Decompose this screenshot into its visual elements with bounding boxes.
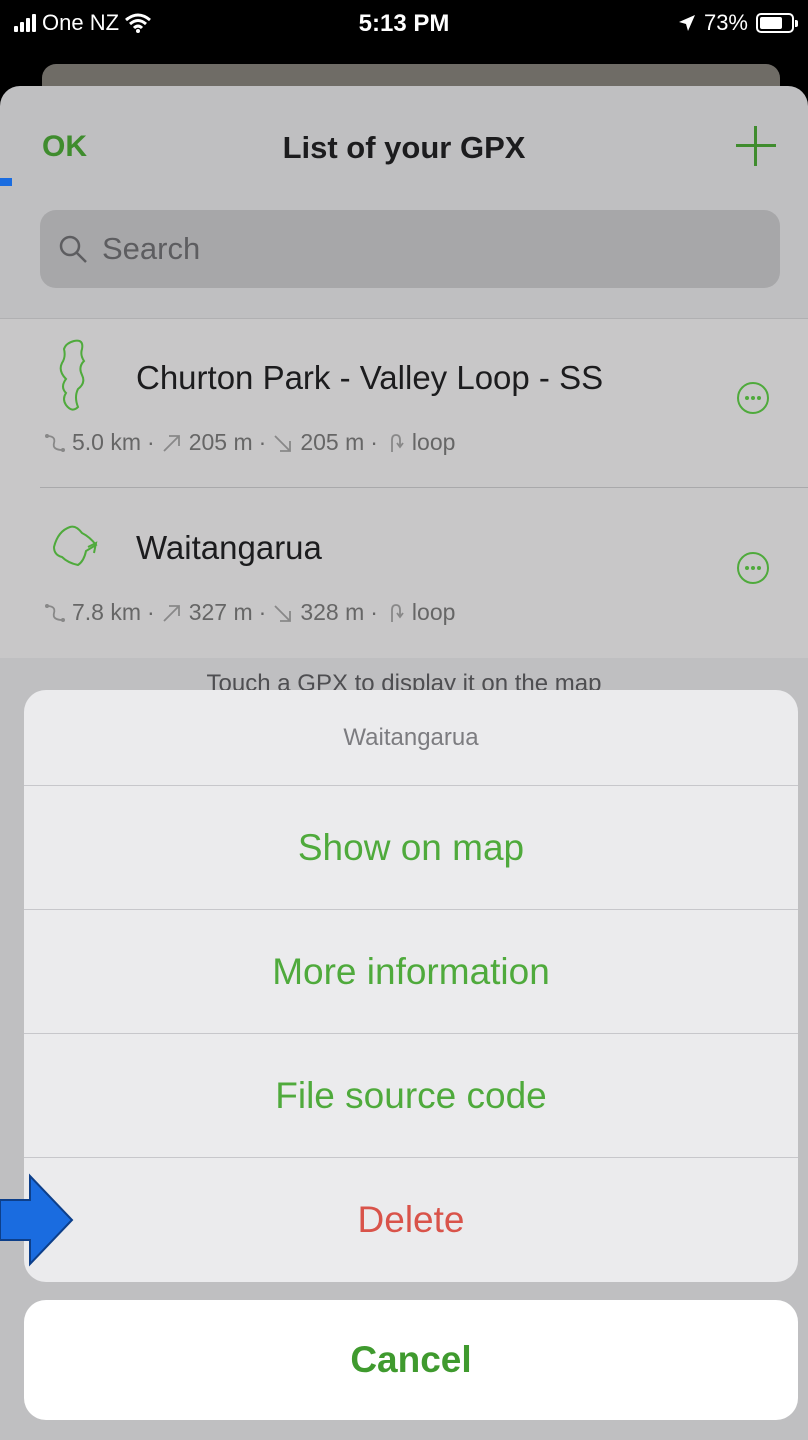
search-icon bbox=[59, 235, 87, 263]
search-placeholder: Search bbox=[102, 231, 201, 266]
separator: · bbox=[370, 429, 378, 455]
distance-icon bbox=[45, 603, 65, 622]
track-type: loop bbox=[411, 429, 456, 455]
track-shape-icon bbox=[52, 525, 98, 567]
battery-percent: 73% bbox=[703, 10, 748, 35]
file-source-code-button[interactable]: File source code bbox=[24, 1034, 798, 1158]
gpx-list: Churton Park - Valley Loop - SS 5.0 km ·… bbox=[0, 318, 808, 658]
annotation-mark bbox=[0, 178, 12, 186]
track-name: Waitangarua bbox=[136, 529, 322, 566]
track-descent: 205 m bbox=[300, 429, 365, 455]
show-on-map-button[interactable]: Show on map bbox=[24, 786, 798, 910]
separator: · bbox=[258, 429, 267, 455]
row-divider bbox=[40, 487, 808, 488]
distance-icon bbox=[45, 433, 65, 452]
descent-icon bbox=[274, 434, 292, 452]
track-stats: 7.8 km · 327 m · 328 m · loop bbox=[44, 599, 455, 626]
descent-icon bbox=[274, 604, 292, 622]
track-descent: 328 m bbox=[300, 599, 365, 625]
page-title: List of your GPX bbox=[282, 130, 526, 165]
location-arrow-icon bbox=[678, 15, 695, 31]
action-sheet-title: Waitangarua bbox=[24, 690, 798, 786]
delete-button[interactable]: Delete bbox=[24, 1158, 798, 1282]
track-ascent: 205 m bbox=[188, 429, 253, 455]
track-shape-icon bbox=[59, 339, 86, 411]
ascent-icon bbox=[163, 604, 180, 622]
annotation-arrow-icon bbox=[0, 1173, 74, 1267]
separator: · bbox=[258, 599, 267, 625]
more-options-icon[interactable] bbox=[736, 551, 770, 585]
separator: · bbox=[147, 429, 155, 455]
track-stats: 5.0 km · 205 m · 205 m · loop bbox=[44, 429, 455, 456]
navigation-bar: OK List of your GPX bbox=[0, 86, 808, 206]
separator: · bbox=[147, 599, 155, 625]
battery-icon bbox=[756, 13, 798, 33]
list-item[interactable]: Waitangarua 7.8 km · 327 m · 328 m · loo… bbox=[0, 489, 808, 657]
track-distance: 7.8 km bbox=[72, 599, 142, 625]
search-input[interactable]: Search bbox=[40, 210, 780, 288]
separator: · bbox=[370, 599, 378, 625]
cancel-button[interactable]: Cancel bbox=[24, 1300, 798, 1420]
track-ascent: 327 m bbox=[188, 599, 253, 625]
ascent-icon bbox=[163, 434, 180, 452]
track-type: loop bbox=[411, 599, 456, 625]
loop-icon bbox=[391, 603, 404, 622]
more-information-button[interactable]: More information bbox=[24, 910, 798, 1034]
loop-icon bbox=[391, 433, 404, 452]
track-distance: 5.0 km bbox=[72, 429, 142, 455]
status-right: 73% bbox=[678, 10, 798, 36]
plus-icon[interactable] bbox=[734, 124, 778, 168]
track-name: Churton Park - Valley Loop - SS bbox=[136, 359, 604, 396]
battery-fill bbox=[760, 17, 782, 29]
action-sheet: Waitangarua Show on map More information… bbox=[24, 690, 798, 1282]
list-item[interactable]: Churton Park - Valley Loop - SS 5.0 km ·… bbox=[0, 319, 808, 488]
more-options-icon[interactable] bbox=[736, 381, 770, 415]
status-bar: One NZ 5:13 PM 73% bbox=[0, 0, 808, 56]
